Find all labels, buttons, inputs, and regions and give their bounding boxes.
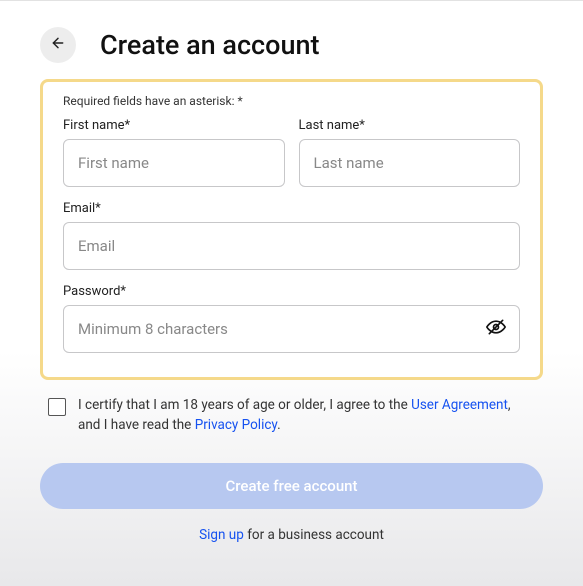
password-input[interactable] <box>63 305 520 353</box>
required-fields-note: Required fields have an asterisk: * <box>63 94 520 108</box>
signup-form-box: Required fields have an asterisk: * Firs… <box>40 79 543 380</box>
certify-checkbox[interactable] <box>48 398 66 416</box>
page-title: Create an account <box>100 29 320 61</box>
back-button[interactable] <box>40 27 76 63</box>
first-name-label: First name* <box>63 118 285 133</box>
toggle-password-visibility-button[interactable] <box>484 317 508 341</box>
email-label: Email* <box>63 201 520 216</box>
password-label: Password* <box>63 284 520 299</box>
certify-text: I certify that I am 18 years of age or o… <box>78 396 535 435</box>
last-name-label: Last name* <box>299 118 521 133</box>
business-signup-row: Sign up for a business account <box>40 527 543 543</box>
eye-off-icon <box>486 317 506 341</box>
user-agreement-link[interactable]: User Agreement <box>411 397 508 413</box>
last-name-input[interactable] <box>299 139 521 187</box>
business-signup-link[interactable]: Sign up <box>199 527 244 543</box>
first-name-input[interactable] <box>63 139 285 187</box>
email-input[interactable] <box>63 222 520 270</box>
arrow-left-icon <box>50 35 66 55</box>
privacy-policy-link[interactable]: Privacy Policy <box>195 417 277 433</box>
create-account-button[interactable]: Create free account <box>40 463 543 509</box>
